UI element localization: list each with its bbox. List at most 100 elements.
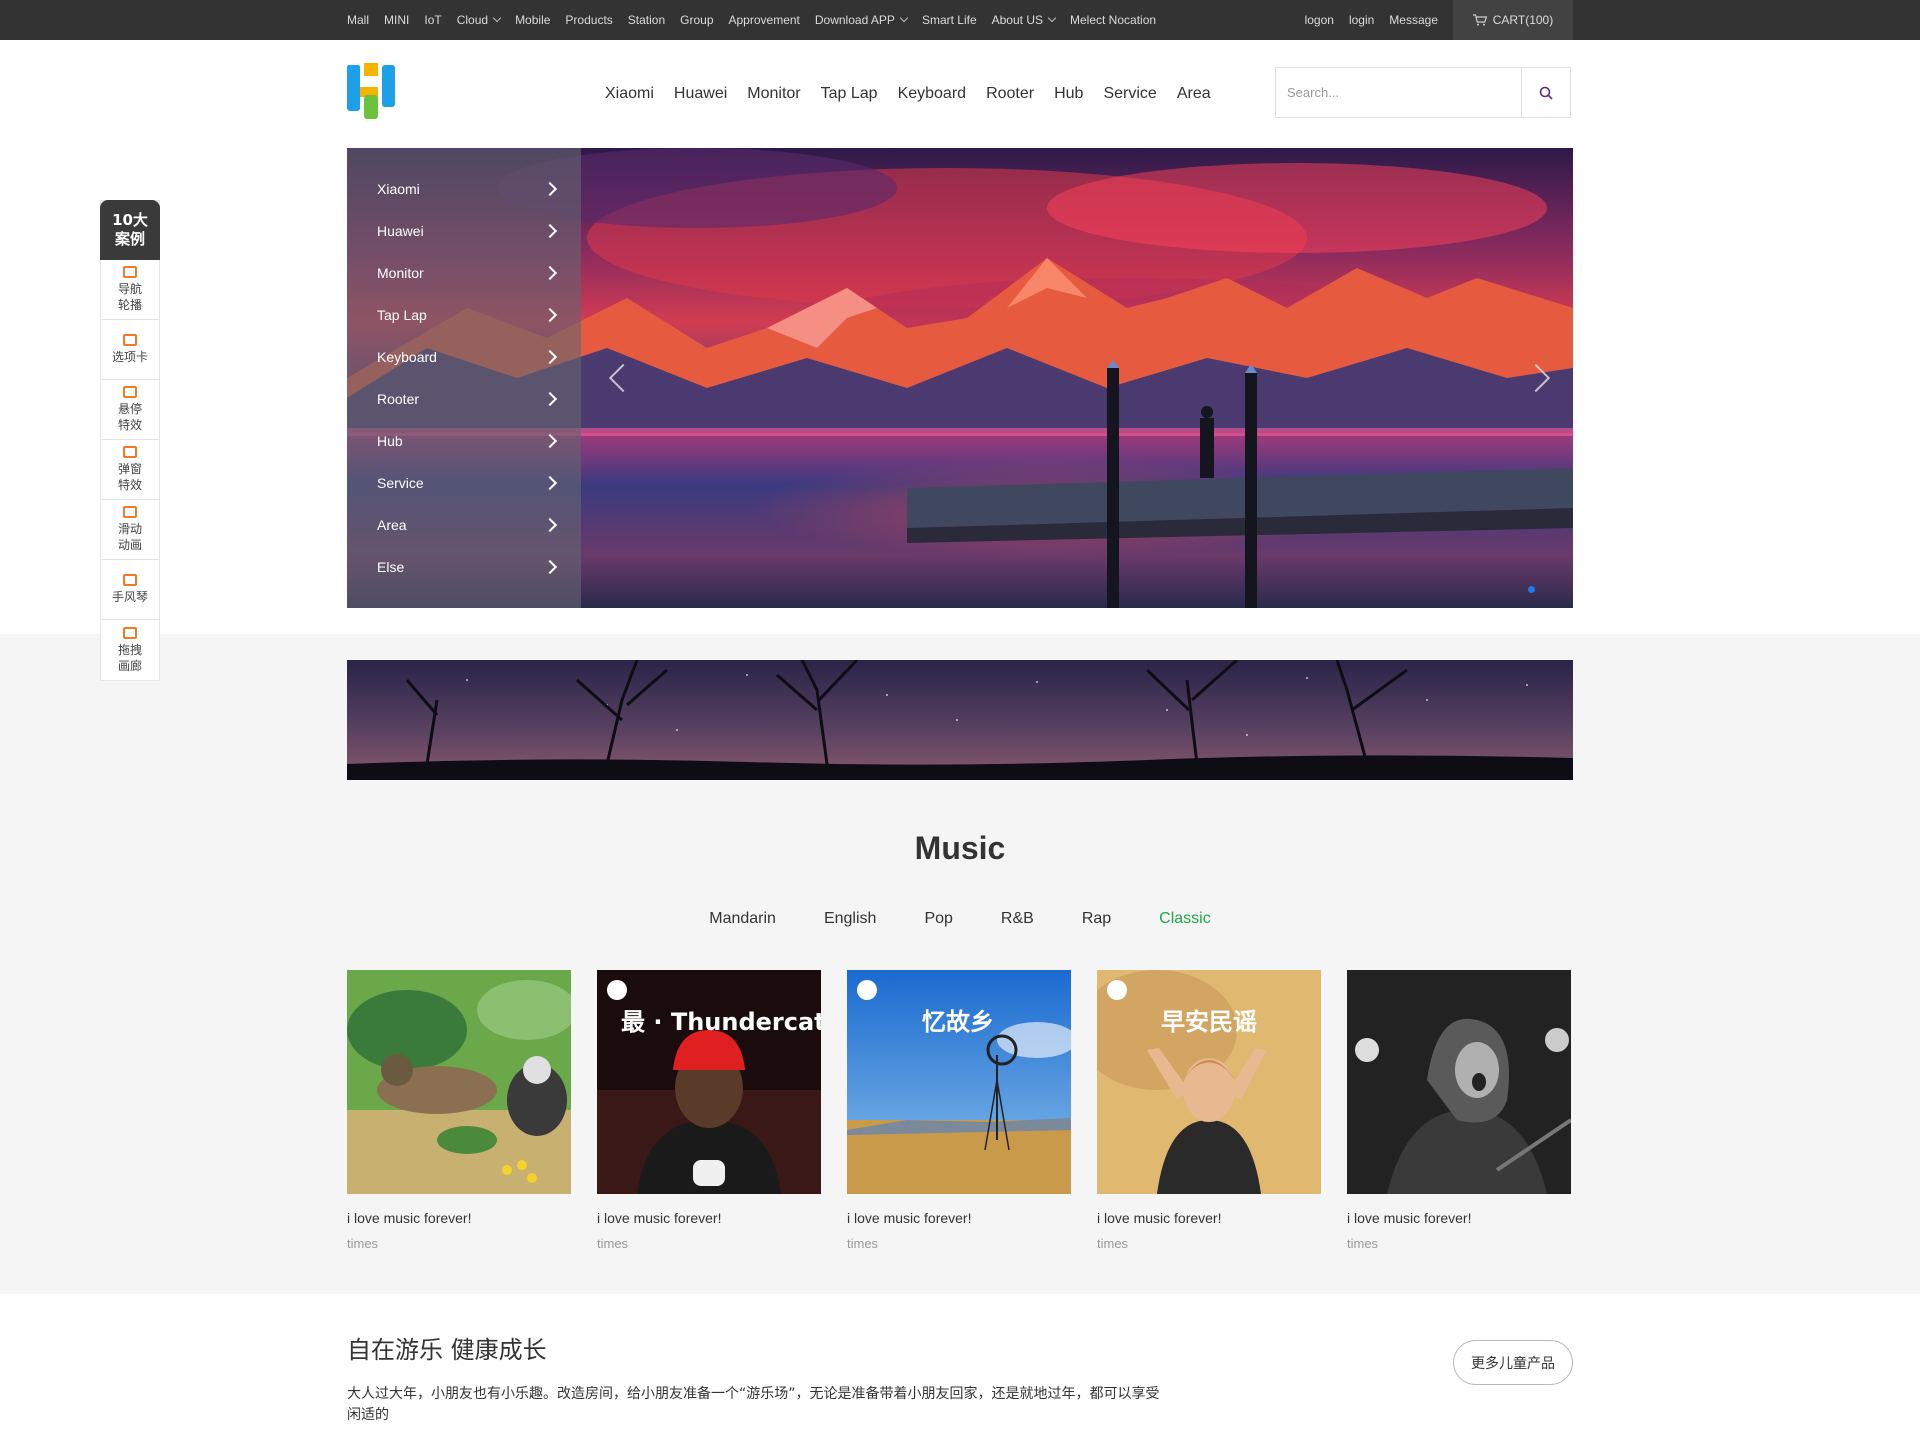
tab-pop[interactable]: Pop [924,910,952,928]
sidebar-item-carousel[interactable]: 导航轮播 [101,260,159,320]
tab-rap[interactable]: Rap [1082,910,1111,928]
top-link-mini[interactable]: MINI [384,13,409,27]
category-item-monitor[interactable]: Monitor [347,252,581,294]
nav-rooter[interactable]: Rooter [986,85,1034,103]
music-card-subtitle: times [597,1236,629,1251]
grid-icon [123,386,137,398]
music-card[interactable]: i love music forever! times [347,970,571,1260]
category-item-area[interactable]: Area [347,504,581,546]
message-link[interactable]: Message [1389,13,1438,27]
sidebar-item-accordion[interactable]: 手风琴 [101,560,159,620]
category-item-hub[interactable]: Hub [347,420,581,462]
promo-banner[interactable] [347,660,1573,780]
hero-carousel: Xiaomi Huawei Monitor Tap Lap Keyboard R… [347,148,1573,608]
album-cover-hometown: 忆故乡 [847,970,1071,1194]
category-item-service[interactable]: Service [347,462,581,504]
top-link-about-us[interactable]: About US [992,13,1057,27]
sidebar-item-hover[interactable]: 悬停特效 [101,380,159,440]
chevron-right-icon [1521,363,1550,393]
category-item-rooter[interactable]: Rooter [347,378,581,420]
music-card-subtitle: times [1347,1236,1379,1251]
top-link-group[interactable]: Group [680,13,713,27]
category-item-tap-lap[interactable]: Tap Lap [347,294,581,336]
top-link-cloud[interactable]: Cloud [457,13,502,27]
globe-icon [607,980,627,1000]
category-item-huawei[interactable]: Huawei [347,210,581,252]
nav-hub[interactable]: Hub [1054,85,1083,103]
album-cover-thundercat: 最 · Thundercat [597,970,821,1194]
music-card-subtitle: times [1097,1236,1129,1251]
carousel-prev-button[interactable] [597,358,638,398]
top-link-mall[interactable]: Mall [347,13,369,27]
music-section-title: Music [914,830,1006,866]
top-link-melect-nocation[interactable]: Melect Nocation [1070,13,1156,27]
search-icon [1539,86,1553,100]
top-link-mobile[interactable]: Mobile [515,13,550,27]
category-item-keyboard[interactable]: Keyboard [347,336,581,378]
music-tabs: Mandarin English Pop R&B Rap Classic [347,910,1573,928]
music-card[interactable]: i love music forever! times [1347,970,1571,1260]
top-link-approvement[interactable]: Approvement [729,13,800,27]
more-kids-products-button[interactable]: 更多儿童产品 [1453,1340,1573,1385]
music-card-title: i love music forever! [847,1210,972,1226]
nav-area[interactable]: Area [1177,85,1211,103]
brand-logo[interactable] [347,63,395,119]
account-links: logon login Message CART(100) [1305,0,1573,40]
sidebar-item-tabs[interactable]: 选项卡 [101,320,159,380]
nav-service[interactable]: Service [1103,85,1156,103]
nav-xiaomi[interactable]: Xiaomi [605,85,654,103]
nav-tap-lap[interactable]: Tap Lap [821,85,878,103]
cart-button[interactable]: CART(100) [1453,0,1573,40]
chevron-right-icon [542,559,558,575]
chevron-down-icon [492,13,502,23]
chevron-right-icon [542,349,558,365]
search-button[interactable] [1521,68,1570,117]
music-card[interactable]: 最 · Thundercat i love music forever! tim… [597,970,821,1260]
logon-link[interactable]: logon [1305,13,1334,27]
chevron-right-icon [542,307,558,323]
search-input[interactable] [1276,68,1521,117]
cart-icon [1472,14,1487,26]
top-link-smart-life[interactable]: Smart Life [922,13,977,27]
sidebar-item-popup[interactable]: 弹窗特效 [101,440,159,500]
demo-sidebar: 10大 案例 导航轮播 选项卡 悬停特效 弹窗特效 滑动动画 手风琴 拖拽画廊 [100,200,160,681]
tab-english[interactable]: English [824,910,876,928]
tab-mandarin[interactable]: Mandarin [709,910,776,928]
sidebar-item-slide[interactable]: 滑动动画 [101,500,159,560]
tab-classic[interactable]: Classic [1159,910,1211,928]
cover-text: 忆故乡 [922,1008,994,1036]
nav-monitor[interactable]: Monitor [747,85,800,103]
carousel-dot-active[interactable] [1528,586,1535,593]
album-cover-rock-singer [1347,970,1571,1194]
chevron-down-icon [899,13,909,23]
category-item-xiaomi[interactable]: Xiaomi [347,168,581,210]
category-menu: Xiaomi Huawei Monitor Tap Lap Keyboard R… [347,148,581,608]
music-card[interactable]: 忆故乡 i love music forever! times [847,970,1071,1260]
globe-icon [1107,980,1127,1000]
chevron-right-icon [542,475,558,491]
chevron-down-icon [1047,13,1057,23]
category-item-else[interactable]: Else [347,546,581,588]
top-link-download-app[interactable]: Download APP [815,13,909,27]
tab-rnb[interactable]: R&B [1001,910,1034,928]
nav-huawei[interactable]: Huawei [674,85,727,103]
login-link[interactable]: login [1349,13,1374,27]
top-link-iot[interactable]: IoT [424,13,441,27]
site-header: Xiaomi Huawei Monitor Tap Lap Keyboard R… [347,40,1573,148]
chevron-right-icon [542,391,558,407]
banner-image [347,660,1573,780]
star-icon [123,506,137,518]
music-card-title: i love music forever! [597,1210,722,1226]
cart-label: CART(100) [1492,13,1554,27]
kids-section-title: 自在游乐 健康成长 [347,1336,547,1364]
album-cover-cats [347,970,571,1194]
nav-keyboard[interactable]: Keyboard [898,85,967,103]
music-card[interactable]: 早安民谣 i love music forever! times [1097,970,1321,1260]
top-link-station[interactable]: Station [628,13,665,27]
music-card-list: i love music forever! times 最 · Thunderc… [347,970,1573,1260]
gallery-icon [123,626,137,639]
sidebar-item-gallery[interactable]: 拖拽画廊 [101,620,159,680]
cover-text: 早安民谣 [1161,1008,1257,1036]
top-link-products[interactable]: Products [565,13,612,27]
carousel-next-button[interactable] [1520,358,1561,398]
